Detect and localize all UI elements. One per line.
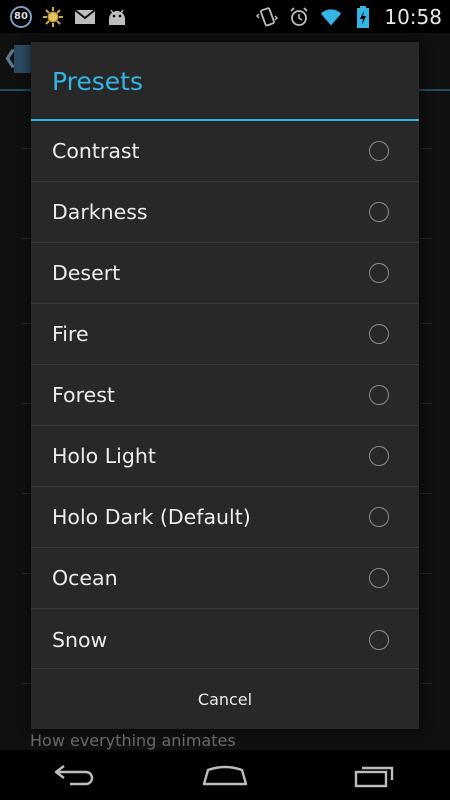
preset-label: Fire xyxy=(52,322,89,346)
preset-item-holo-dark[interactable]: Holo Dark (Default) xyxy=(31,487,419,548)
wifi-icon xyxy=(320,6,342,28)
background-summary-text: How everything animates xyxy=(30,731,236,750)
dialog-title: Presets xyxy=(31,42,419,121)
preset-label: Holo Dark (Default) xyxy=(52,505,251,529)
vibrate-icon xyxy=(256,6,279,28)
battery-charging-icon xyxy=(352,5,374,28)
radio-button[interactable] xyxy=(369,446,389,466)
radio-button[interactable] xyxy=(369,568,389,588)
radio-button[interactable] xyxy=(369,507,389,527)
preset-item-desert[interactable]: Desert xyxy=(31,243,419,304)
notification-count: 80 xyxy=(10,5,32,28)
cancel-button[interactable]: Cancel xyxy=(31,668,419,729)
recent-apps-icon[interactable] xyxy=(345,755,405,795)
clock: 10:58 xyxy=(384,4,442,29)
home-icon[interactable] xyxy=(195,755,255,795)
preset-item-forest[interactable]: Forest xyxy=(31,365,419,426)
back-icon[interactable] xyxy=(45,755,105,795)
gmail-icon xyxy=(74,6,96,28)
preset-item-snow[interactable]: Snow xyxy=(31,609,419,670)
preset-label: Ocean xyxy=(52,566,118,590)
radio-button[interactable] xyxy=(369,263,389,283)
sun-icon xyxy=(42,6,64,28)
preset-item-darkness[interactable]: Darkness xyxy=(31,182,419,243)
navigation-bar xyxy=(0,750,450,800)
android-icon xyxy=(106,6,128,28)
preset-item-fire[interactable]: Fire xyxy=(31,304,419,365)
radio-button[interactable] xyxy=(369,385,389,405)
preset-item-contrast[interactable]: Contrast xyxy=(31,121,419,182)
radio-button[interactable] xyxy=(369,324,389,344)
notification-count-icon: 80 xyxy=(10,5,32,28)
alarm-icon xyxy=(288,6,310,28)
radio-button[interactable] xyxy=(369,141,389,161)
preset-label: Darkness xyxy=(52,200,148,224)
radio-button[interactable] xyxy=(369,202,389,222)
preset-label: Desert xyxy=(52,261,121,285)
preset-label: Forest xyxy=(52,383,115,407)
presets-dialog: Presets Contrast Darkness Desert Fire Fo… xyxy=(31,42,419,729)
radio-button[interactable] xyxy=(369,629,389,650)
preset-label: Snow xyxy=(52,627,108,652)
preset-item-holo-light[interactable]: Holo Light xyxy=(31,426,419,487)
presets-list: Contrast Darkness Desert Fire Forest Hol… xyxy=(31,121,419,670)
preset-item-ocean[interactable]: Ocean xyxy=(31,548,419,609)
status-bar: 80 10:58 xyxy=(0,0,450,33)
preset-label: Contrast xyxy=(52,139,140,163)
preset-label: Holo Light xyxy=(52,444,156,468)
